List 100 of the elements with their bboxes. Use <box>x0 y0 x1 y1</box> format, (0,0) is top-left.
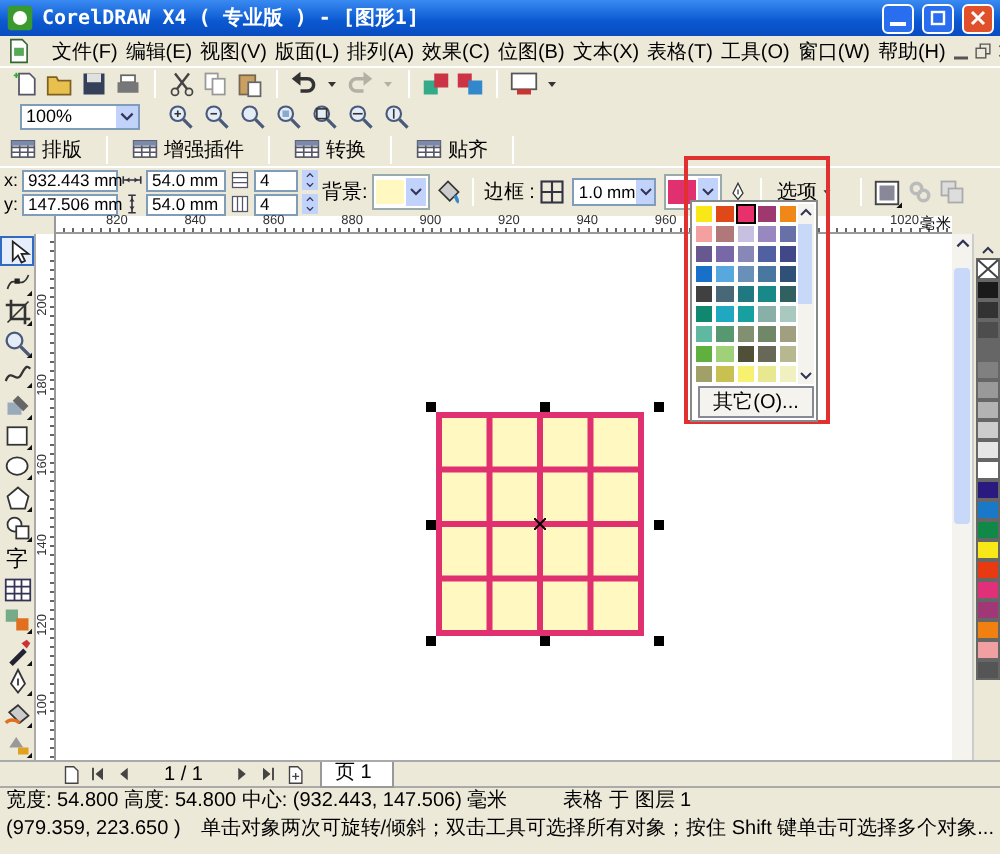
toolbar-button[interactable]: 增强插件 <box>130 135 246 163</box>
zoom-level-dropdown[interactable]: 100% <box>20 103 140 129</box>
shapes-icon <box>3 514 31 543</box>
magnifier-icon[interactable] <box>312 103 338 129</box>
zoom-width-icon[interactable] <box>348 103 374 129</box>
palette-swatch[interactable] <box>975 560 999 580</box>
page-tab[interactable]: 页 1 <box>320 761 394 787</box>
height-field[interactable]: 54.0 mm <box>146 193 227 215</box>
toolbar-button[interactable]: 转换 <box>292 135 368 163</box>
menu-item[interactable]: 工具(O) <box>716 37 794 65</box>
blend-icon <box>3 606 31 635</box>
border-grid-icon[interactable] <box>538 178 567 206</box>
menu-item[interactable]: 窗口(W) <box>793 37 874 65</box>
launcher-icon[interactable] <box>510 70 538 98</box>
selection-handle <box>540 402 550 412</box>
background-color-dropdown[interactable] <box>371 174 430 210</box>
palette-swatch[interactable] <box>975 380 999 400</box>
last-page-icon[interactable] <box>258 764 279 784</box>
tool-button[interactable] <box>0 574 34 606</box>
spinner[interactable] <box>302 194 319 214</box>
toolbar-button[interactable]: 排版 <box>8 135 84 163</box>
palette-swatch[interactable] <box>975 580 999 600</box>
paint-bucket-icon[interactable] <box>433 178 462 206</box>
selection-handle <box>654 636 664 646</box>
palette-swatch[interactable] <box>975 360 999 380</box>
palette-swatch[interactable] <box>975 540 999 560</box>
palette-swatch[interactable] <box>975 640 999 660</box>
palette-swatch[interactable] <box>975 520 999 540</box>
save-icon[interactable] <box>80 70 108 98</box>
tool-button[interactable] <box>0 297 34 329</box>
color-swatch[interactable] <box>735 204 757 224</box>
minimize-button[interactable] <box>882 3 914 33</box>
x-field[interactable]: 932.443 mm <box>22 169 119 191</box>
menu-item[interactable]: 效果(C) <box>418 37 494 65</box>
window-title: CorelDRAW X4 ( 专业版 ) - [图形1] <box>42 5 421 32</box>
palette-swatch[interactable] <box>975 660 999 680</box>
magnifier-icon[interactable] <box>276 103 302 129</box>
cursor-position: (979.359, 223.650 ) <box>6 816 181 842</box>
import-icon[interactable] <box>422 70 450 98</box>
selection-handle <box>540 636 550 646</box>
minimize-icon[interactable] <box>953 56 968 60</box>
new-page-icon[interactable] <box>12 70 40 98</box>
undo-icon[interactable] <box>290 70 318 98</box>
document-icon[interactable] <box>6 38 32 64</box>
palette-swatch[interactable] <box>975 320 999 340</box>
toolbar-button[interactable]: 贴齐 <box>414 135 490 163</box>
palette-swatch[interactable] <box>975 300 999 320</box>
palette-swatch[interactable] <box>975 480 999 500</box>
palette-swatch[interactable] <box>975 340 999 360</box>
rows-field[interactable]: 4 <box>254 169 299 191</box>
menu-item[interactable]: 版面(L) <box>270 37 344 65</box>
add-page-icon[interactable] <box>284 763 307 785</box>
tool-button[interactable]: 字 <box>0 543 34 575</box>
polygon-icon <box>3 483 31 512</box>
menu-item[interactable]: 帮助(H) <box>873 37 950 65</box>
magnifier-icon[interactable] <box>240 103 266 129</box>
maximize-button[interactable] <box>922 3 954 33</box>
menu-item[interactable]: 表格(T) <box>643 37 717 65</box>
restore-icon[interactable] <box>971 40 994 62</box>
folder-icon[interactable] <box>46 70 74 98</box>
palette-swatch[interactable] <box>975 420 999 440</box>
width-field[interactable]: 54.0 mm <box>146 169 227 191</box>
no-color-swatch[interactable] <box>975 258 999 280</box>
palette-swatch[interactable] <box>975 500 999 520</box>
table-icon <box>294 136 320 162</box>
y-field[interactable]: 147.506 mm <box>22 193 119 215</box>
menu-item[interactable]: 编辑(E) <box>121 37 197 65</box>
eyedropper-icon <box>3 637 31 666</box>
rectangle-icon <box>3 422 31 451</box>
first-page-icon[interactable] <box>88 764 108 784</box>
printer-icon[interactable] <box>114 70 142 98</box>
palette-swatch[interactable] <box>975 460 999 480</box>
menu-item[interactable]: 位图(B) <box>493 37 569 65</box>
menu-item[interactable]: 排列(A) <box>343 37 419 65</box>
wrap-icon[interactable] <box>872 177 903 207</box>
status-text: 表格 于 图层 1 <box>563 788 692 814</box>
zoom-height-icon[interactable] <box>384 103 410 129</box>
zoom-in-icon[interactable] <box>168 103 194 129</box>
pen-nib-icon[interactable] <box>728 178 749 206</box>
palette-swatch[interactable] <box>975 280 999 300</box>
more-colors-button[interactable]: 其它(O)... <box>698 386 814 418</box>
field-label: x: <box>4 170 19 190</box>
cut-icon[interactable] <box>168 70 196 98</box>
border-width-dropdown[interactable]: 1.0 mm <box>572 178 657 206</box>
palette-swatch[interactable] <box>975 600 999 620</box>
menu-item[interactable]: 视图(V) <box>196 37 271 65</box>
tool-button[interactable] <box>0 451 34 483</box>
menu-item[interactable]: 文件(F) <box>48 37 122 65</box>
zoom-out-icon[interactable] <box>204 103 230 129</box>
menu-item[interactable]: 文本(X) <box>568 37 644 65</box>
palette-swatch[interactable] <box>975 440 999 460</box>
paste-icon[interactable] <box>236 70 264 98</box>
vertical-scrollbar[interactable] <box>952 234 972 760</box>
columns-field[interactable]: 4 <box>254 193 299 215</box>
spinner[interactable] <box>302 170 319 190</box>
palette-swatch[interactable] <box>975 620 999 640</box>
export-icon[interactable] <box>456 70 484 98</box>
tool-button[interactable] <box>0 236 34 267</box>
close-button[interactable] <box>962 3 994 33</box>
palette-swatch[interactable] <box>975 400 999 420</box>
